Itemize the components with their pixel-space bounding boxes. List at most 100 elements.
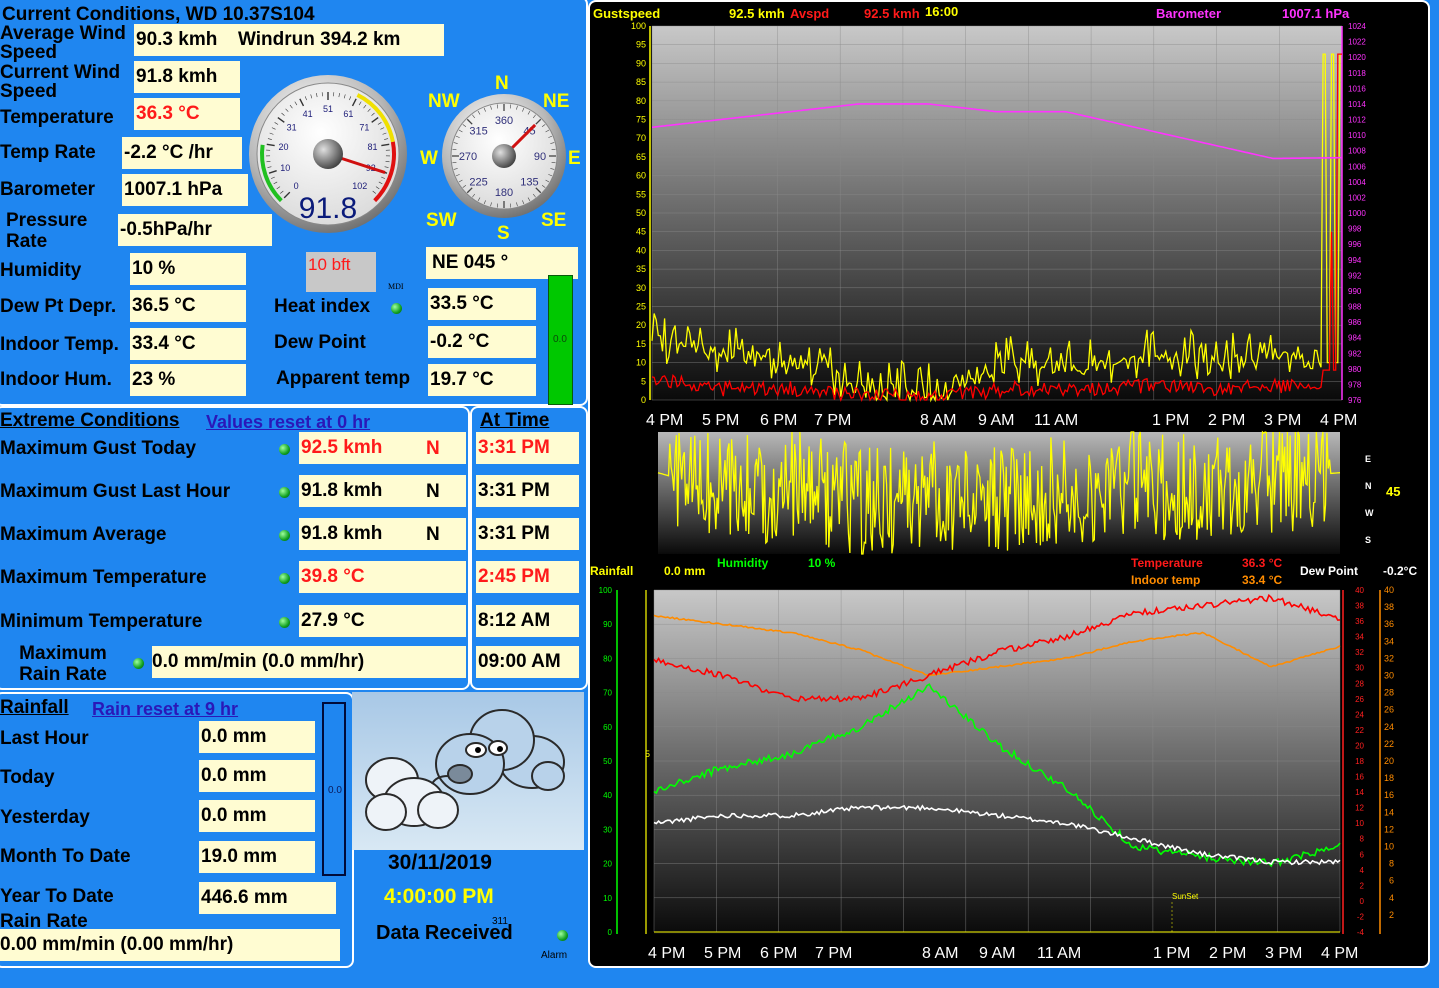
temperature-axis-tick: 14: [1355, 788, 1364, 797]
status-date: 30/11/2019: [388, 851, 492, 874]
indoor-axis-tick: 16: [1384, 790, 1394, 800]
wind-speed-gauge: 0102031415161718192102 91.8: [249, 75, 407, 233]
indoor-hum-value: 23 %: [130, 364, 246, 396]
extreme-led: [279, 487, 290, 498]
gauge-tick-label: 31: [287, 123, 297, 133]
cur-wind-label: Current Wind Speed: [0, 62, 121, 102]
right-axis-tick: 1010: [1348, 131, 1366, 140]
temperature-axis-tick: 38: [1355, 602, 1364, 611]
indoor-axis-tick: 30: [1384, 671, 1394, 681]
left-axis-tick: 85: [636, 77, 646, 87]
x-axis-tick: 4 PM: [646, 412, 684, 429]
extreme-time: 8:12 AM: [476, 605, 579, 637]
indoor-axis-tick: 6: [1389, 876, 1394, 886]
compass-degree-label: 135: [520, 176, 538, 188]
temperature-axis-tick: 2: [1360, 881, 1365, 890]
compass-degree-label: 315: [469, 126, 487, 138]
barometer-label: Barometer: [0, 179, 96, 200]
right-axis-tick: 998: [1348, 225, 1362, 234]
hum-legend-value: 10 %: [808, 556, 836, 570]
extreme-label: Minimum Temperature: [0, 611, 203, 632]
indoor-axis-tick: 34: [1384, 636, 1394, 646]
indoor-axis-tick: 38: [1384, 602, 1394, 612]
extreme-time: 3:31 PM: [476, 432, 579, 464]
windy-cloud-icon: [352, 692, 584, 850]
extreme-time: 2:45 PM: [476, 561, 579, 593]
left-axis-tick: 10: [636, 358, 646, 368]
sunset-marker: SunSet: [1172, 892, 1199, 901]
right-axis-tick: 978: [1348, 380, 1362, 389]
rain-today-value: 0.0 mm: [199, 760, 315, 792]
extreme-led: [279, 530, 290, 541]
temperature-axis-tick: 16: [1355, 773, 1364, 782]
compass-ne: NE: [543, 91, 570, 112]
left-axis-tick: 35: [636, 264, 646, 274]
left-axis-tick: 30: [636, 283, 646, 293]
alarm-label[interactable]: Alarm: [541, 950, 567, 961]
direction-axis-label: E: [1365, 454, 1372, 464]
extreme-value: 91.8 kmh: [299, 475, 466, 507]
temperature-value: 36.3 °C: [134, 98, 240, 130]
gauge-tick-label: 10: [280, 163, 290, 173]
baro-legend-value: 1007.1 hPa: [1282, 6, 1350, 21]
gust-legend-label: Gustspeed: [593, 6, 661, 21]
rain-month-label: Month To Date: [0, 846, 131, 867]
right-axis-tick: 1000: [1348, 209, 1366, 218]
right-axis-tick: 1012: [1348, 116, 1366, 125]
extreme-led: [279, 444, 290, 455]
indoor-hum-label: Indoor Hum.: [0, 369, 112, 390]
x-axis-tick: 5 PM: [704, 945, 742, 962]
x-axis-tick: 4 PM: [1321, 945, 1359, 962]
humidity-axis-tick: 40: [603, 791, 612, 800]
rain-today-label: Today: [0, 767, 55, 788]
right-axis-tick: 986: [1348, 318, 1362, 327]
right-axis-tick: 1004: [1348, 178, 1366, 187]
rain-reset-link[interactable]: Rain reset at 9 hr: [92, 699, 238, 720]
temperature-axis-tick: -2: [1357, 912, 1365, 921]
max-rain-rate-time: 09:00 AM: [476, 646, 579, 678]
extreme-reset-link[interactable]: Values reset at 0 hr: [206, 412, 370, 433]
dew-point-label: Dew Point: [274, 332, 366, 353]
extreme-direction: N: [426, 438, 440, 459]
x-axis-tick: 5 PM: [702, 412, 740, 429]
right-axis-tick: 1018: [1348, 69, 1366, 78]
left-axis-tick: 45: [636, 227, 646, 237]
gauge-tick-label: 51: [323, 104, 333, 114]
max-rain-rate-value: 0.0 mm/min (0.0 mm/hr): [152, 646, 466, 678]
temperature-axis-tick: 0: [1360, 897, 1365, 906]
compass-sw: SW: [426, 210, 457, 231]
indoor-axis-tick: 10: [1384, 842, 1394, 852]
extreme-label: Maximum Gust Today: [0, 438, 197, 459]
x-axis-tick: 6 PM: [760, 945, 798, 962]
extreme-value: 91.8 kmh: [299, 518, 466, 550]
right-axis-tick: 1016: [1348, 84, 1366, 93]
indoor-axis-tick: 40: [1384, 586, 1394, 595]
x-axis-tick: 8 AM: [922, 945, 959, 962]
temperature-axis-tick: 26: [1355, 695, 1364, 704]
right-axis-tick: 1022: [1348, 38, 1366, 47]
gauge-tick-label: 61: [343, 109, 353, 119]
left-axis-tick: 75: [636, 115, 646, 125]
left-axis-tick: 55: [636, 189, 646, 199]
compass-degree-label: 225: [469, 176, 487, 188]
x-axis-tick: 9 AM: [979, 945, 1016, 962]
humidity-axis-tick: 70: [603, 689, 612, 698]
right-axis-tick: 1002: [1348, 193, 1366, 202]
dew-depr-label: Dew Pt Depr.: [0, 296, 117, 317]
right-axis-tick: 984: [1348, 334, 1362, 343]
gauge-tick-label: 41: [303, 109, 313, 119]
rain-level-value: 0.0: [328, 785, 342, 796]
temperature-axis-tick: 34: [1355, 633, 1364, 642]
left-axis-tick: 25: [636, 302, 646, 312]
rain-month-value: 19.0 mm: [199, 841, 315, 873]
compass-w: W: [420, 148, 438, 169]
data-received-label: Data Received: [376, 922, 513, 944]
temperature-axis-tick: 20: [1355, 741, 1364, 750]
left-axis-tick: 100: [631, 22, 646, 31]
extreme-direction: N: [426, 524, 440, 545]
compass-e: E: [568, 148, 581, 169]
x-axis-tick: 7 PM: [814, 412, 852, 429]
extreme-label: Maximum Temperature: [0, 567, 207, 588]
barometer-value: 1007.1 hPa: [122, 174, 248, 206]
temperature-label: Temperature: [0, 107, 114, 128]
